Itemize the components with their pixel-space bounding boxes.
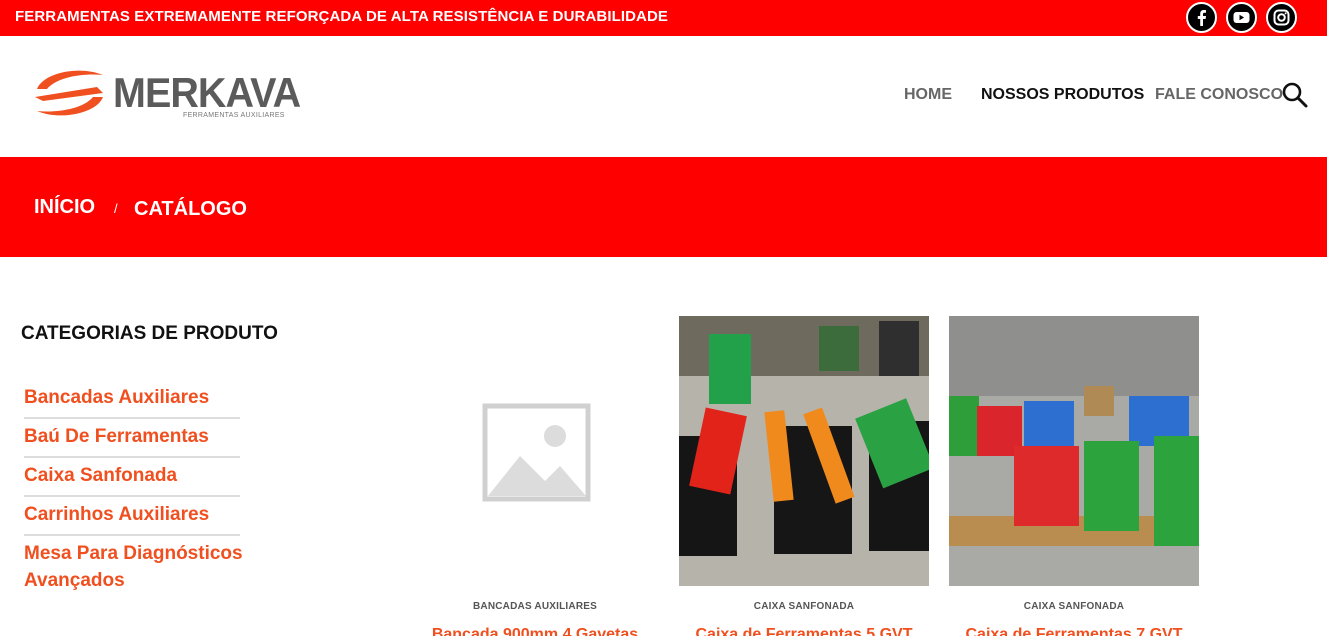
facebook-icon[interactable]	[1186, 2, 1217, 33]
product-category: CAIXA SANFONADA	[1023, 601, 1125, 612]
nav-home[interactable]: HOME	[904, 86, 952, 104]
announcement-text: FERRAMENTAS EXTREMAMENTE REFORÇADA DE AL…	[15, 8, 669, 25]
site-header: MERKAVA FERRAMENTAS AUXILIARES HOME NOSS…	[0, 36, 1327, 157]
search-icon[interactable]	[1281, 81, 1309, 109]
product-image[interactable]	[679, 316, 929, 586]
nav-contact[interactable]: FALE CONOSCO	[1155, 86, 1283, 104]
toolbox-photo	[679, 316, 929, 586]
breadcrumb: INÍCIO / CATÁLOGO	[0, 157, 1327, 257]
brand-tagline: FERRAMENTAS AUXILIARES	[183, 112, 285, 119]
toolbox-photo	[949, 316, 1199, 586]
category-link[interactable]: Mesa Para Diagnósticos Avançados	[24, 540, 264, 600]
placeholder-image-icon	[410, 316, 660, 586]
logo-mark-icon	[35, 70, 103, 116]
nav-products[interactable]: NOSSOS PRODUTOS	[981, 86, 1144, 104]
product-category: BANCADAS AUXILIARES	[473, 601, 597, 612]
brand-logo[interactable]: MERKAVA FERRAMENTAS AUXILIARES	[33, 67, 301, 124]
category-link[interactable]: Bancadas Auxiliares	[24, 384, 240, 419]
breadcrumb-separator: /	[114, 201, 118, 216]
announcement-bar: FERRAMENTAS EXTREMAMENTE REFORÇADA DE AL…	[0, 0, 1327, 36]
sidebar-title: CATEGORIAS DE PRODUTO	[21, 323, 278, 344]
category-link[interactable]: Caixa Sanfonada	[24, 462, 240, 497]
product-title[interactable]: Caixa de Ferramentas 7 GVT	[949, 626, 1199, 636]
breadcrumb-current: CATÁLOGO	[134, 198, 247, 220]
category-list: Bancadas Auxiliares Baú De Ferramentas C…	[24, 384, 254, 604]
instagram-icon[interactable]	[1266, 2, 1297, 33]
product-image[interactable]	[410, 316, 660, 586]
product-category: CAIXA SANFONADA	[753, 601, 855, 612]
youtube-icon[interactable]	[1226, 2, 1257, 33]
product-title[interactable]: Caixa de Ferramentas 5 GVT	[679, 626, 929, 636]
category-link[interactable]: Baú De Ferramentas	[24, 423, 240, 458]
breadcrumb-home[interactable]: INÍCIO	[34, 196, 95, 219]
product-title[interactable]: Bancada 900mm 4 Gavetas	[410, 626, 660, 636]
category-link[interactable]: Carrinhos Auxiliares	[24, 501, 240, 536]
brand-name: MERKAVA	[113, 69, 301, 116]
product-image[interactable]	[949, 316, 1199, 586]
